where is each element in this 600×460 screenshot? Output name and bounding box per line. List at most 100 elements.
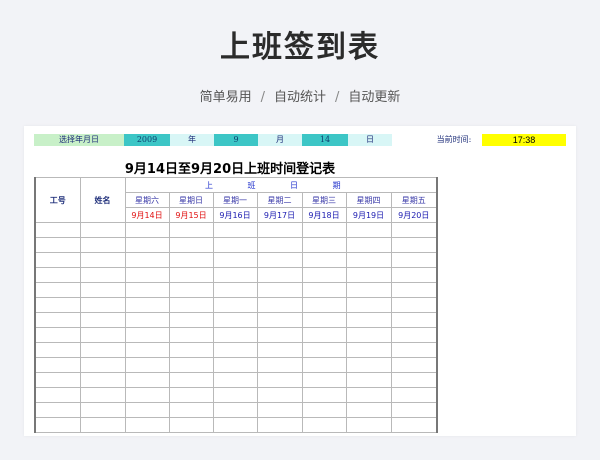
entry-cell[interactable] [256,297,303,313]
entry-cell[interactable] [345,417,392,433]
entry-cell[interactable] [345,342,392,358]
entry-cell[interactable] [168,327,214,343]
entry-cell[interactable] [256,342,303,358]
entry-cell[interactable] [34,312,81,328]
entry-cell[interactable] [345,387,392,403]
entry-cell[interactable] [345,372,392,388]
entry-cell[interactable] [168,297,214,313]
entry-cell[interactable] [256,237,303,253]
entry-cell[interactable] [79,267,126,283]
entry-cell[interactable] [256,267,303,283]
entry-cell[interactable] [168,312,214,328]
entry-cell[interactable] [124,342,170,358]
entry-cell[interactable] [212,282,258,298]
entry-cell[interactable] [34,282,81,298]
entry-cell[interactable] [34,237,81,253]
entry-cell[interactable] [390,252,439,268]
entry-cell[interactable] [212,387,258,403]
entry-cell[interactable] [34,252,81,268]
entry-cell[interactable] [212,237,258,253]
entry-cell[interactable] [301,327,347,343]
month-cell[interactable]: 9 [214,134,258,146]
entry-cell[interactable] [301,312,347,328]
entry-cell[interactable] [301,267,347,283]
entry-cell[interactable] [124,252,170,268]
entry-cell[interactable] [390,372,439,388]
entry-cell[interactable] [301,342,347,358]
entry-cell[interactable] [168,222,214,238]
entry-cell[interactable] [345,267,392,283]
entry-cell[interactable] [168,372,214,388]
entry-cell[interactable] [79,417,126,433]
entry-cell[interactable] [212,222,258,238]
entry-cell[interactable] [256,252,303,268]
entry-cell[interactable] [34,402,81,418]
entry-cell[interactable] [212,267,258,283]
entry-cell[interactable] [301,357,347,373]
entry-cell[interactable] [212,312,258,328]
entry-cell[interactable] [168,282,214,298]
entry-cell[interactable] [212,297,258,313]
entry-cell[interactable] [79,297,126,313]
entry-cell[interactable] [301,402,347,418]
entry-cell[interactable] [390,312,439,328]
entry-cell[interactable] [390,267,439,283]
entry-cell[interactable] [256,327,303,343]
entry-cell[interactable] [124,357,170,373]
entry-cell[interactable] [390,357,439,373]
entry-cell[interactable] [124,237,170,253]
entry-cell[interactable] [79,372,126,388]
day-cell[interactable]: 14 [302,134,348,146]
entry-cell[interactable] [212,402,258,418]
entry-cell[interactable] [34,372,81,388]
entry-cell[interactable] [256,222,303,238]
entry-cell[interactable] [124,387,170,403]
entry-cell[interactable] [79,342,126,358]
entry-cell[interactable] [34,387,81,403]
entry-cell[interactable] [390,237,439,253]
entry-cell[interactable] [256,372,303,388]
entry-cell[interactable] [256,312,303,328]
entry-cell[interactable] [34,357,81,373]
entry-cell[interactable] [34,327,81,343]
entry-cell[interactable] [212,417,258,433]
entry-cell[interactable] [390,402,439,418]
entry-cell[interactable] [301,387,347,403]
entry-cell[interactable] [301,282,347,298]
entry-cell[interactable] [345,297,392,313]
entry-cell[interactable] [79,387,126,403]
entry-cell[interactable] [390,342,439,358]
entry-cell[interactable] [212,372,258,388]
entry-cell[interactable] [124,222,170,238]
entry-cell[interactable] [124,267,170,283]
entry-cell[interactable] [34,297,81,313]
entry-cell[interactable] [390,387,439,403]
entry-cell[interactable] [124,282,170,298]
entry-cell[interactable] [168,357,214,373]
entry-cell[interactable] [390,297,439,313]
entry-cell[interactable] [79,222,126,238]
entry-cell[interactable] [79,327,126,343]
entry-cell[interactable] [124,327,170,343]
entry-cell[interactable] [168,237,214,253]
entry-cell[interactable] [390,222,439,238]
entry-cell[interactable] [34,222,81,238]
entry-cell[interactable] [168,342,214,358]
entry-cell[interactable] [256,417,303,433]
entry-cell[interactable] [345,282,392,298]
entry-cell[interactable] [390,282,439,298]
entry-cell[interactable] [390,417,439,433]
entry-cell[interactable] [34,417,81,433]
entry-cell[interactable] [256,402,303,418]
entry-cell[interactable] [124,372,170,388]
entry-cell[interactable] [345,312,392,328]
entry-cell[interactable] [345,222,392,238]
entry-cell[interactable] [345,402,392,418]
entry-cell[interactable] [34,267,81,283]
entry-cell[interactable] [168,387,214,403]
entry-cell[interactable] [301,372,347,388]
entry-cell[interactable] [168,417,214,433]
entry-cell[interactable] [256,282,303,298]
entry-cell[interactable] [124,402,170,418]
entry-cell[interactable] [79,252,126,268]
